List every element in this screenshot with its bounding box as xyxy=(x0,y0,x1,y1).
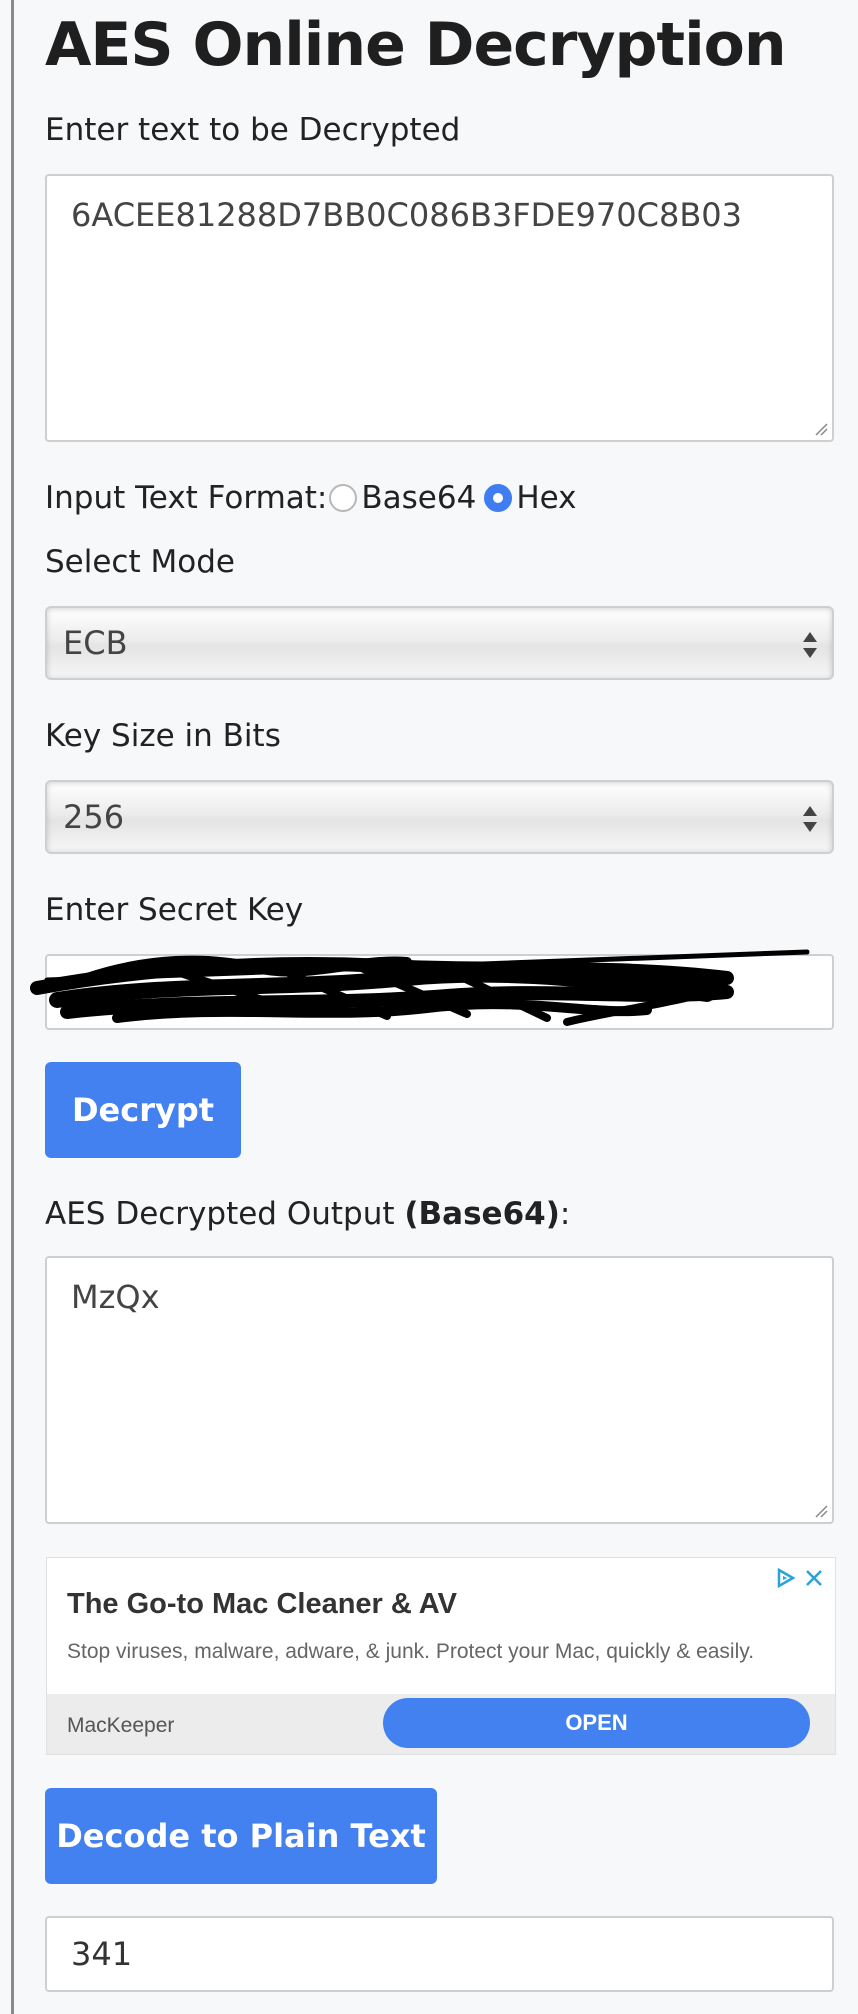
decrypt-button[interactable]: Decrypt xyxy=(45,1062,241,1158)
input-format-group: Input Text Format: Base64 Hex xyxy=(45,476,577,520)
output-label-format: (Base64) xyxy=(404,1196,560,1232)
select-mode-label: Select Mode xyxy=(45,544,235,580)
output-label: AES Decrypted Output (Base64): xyxy=(45,1196,570,1232)
plain-text-output[interactable]: 341 xyxy=(45,1916,834,1992)
mode-select-value: ECB xyxy=(63,624,128,662)
decrypted-output-value: MzQx xyxy=(71,1278,160,1316)
advertisement[interactable]: The Go-to Mac Cleaner & AV Stop viruses,… xyxy=(46,1557,836,1755)
encrypted-text-value: 6ACEE81288D7BB0C086B3FDE970C8B03 xyxy=(71,196,742,234)
ad-headline[interactable]: The Go-to Mac Cleaner & AV xyxy=(67,1588,457,1621)
radio-base64[interactable] xyxy=(329,484,358,512)
page-left-border xyxy=(11,0,14,2014)
secret-key-label: Enter Secret Key xyxy=(45,892,304,928)
encrypted-text-input[interactable]: 6ACEE81288D7BB0C086B3FDE970C8B03 xyxy=(45,174,834,442)
redaction-scribble xyxy=(30,949,810,1026)
resize-grip-icon[interactable] xyxy=(814,422,828,436)
select-arrows-icon xyxy=(803,806,817,832)
output-label-prefix: AES Decrypted Output xyxy=(45,1196,405,1232)
radio-base64-label[interactable]: Base64 xyxy=(361,480,476,516)
close-icon[interactable] xyxy=(806,1570,822,1586)
page-title: AES Online Decryption xyxy=(45,10,787,80)
ad-controls xyxy=(777,1567,822,1589)
adchoices-icon[interactable] xyxy=(777,1567,796,1589)
input-format-label: Input Text Format: xyxy=(45,480,328,516)
key-size-select[interactable]: 256 xyxy=(45,780,834,854)
ad-body-text: Stop viruses, malware, adware, & junk. P… xyxy=(67,1640,755,1663)
decrypted-output-textarea[interactable]: MzQx xyxy=(45,1256,834,1524)
key-size-label: Key Size in Bits xyxy=(45,718,281,754)
ad-advertiser: MacKeeper xyxy=(67,1714,175,1737)
select-arrows-icon xyxy=(803,632,817,658)
decode-plain-text-button[interactable]: Decode to Plain Text xyxy=(45,1788,437,1884)
ad-open-button[interactable]: OPEN xyxy=(383,1698,810,1748)
plain-text-output-value: 341 xyxy=(71,1935,133,1973)
key-size-select-value: 256 xyxy=(63,798,125,836)
input-text-label: Enter text to be Decrypted xyxy=(45,112,461,148)
output-label-suffix: : xyxy=(559,1196,571,1232)
resize-grip-icon[interactable] xyxy=(814,1504,828,1518)
radio-hex[interactable] xyxy=(484,484,513,512)
mode-select[interactable]: ECB xyxy=(45,606,834,680)
radio-hex-label[interactable]: Hex xyxy=(516,480,576,516)
